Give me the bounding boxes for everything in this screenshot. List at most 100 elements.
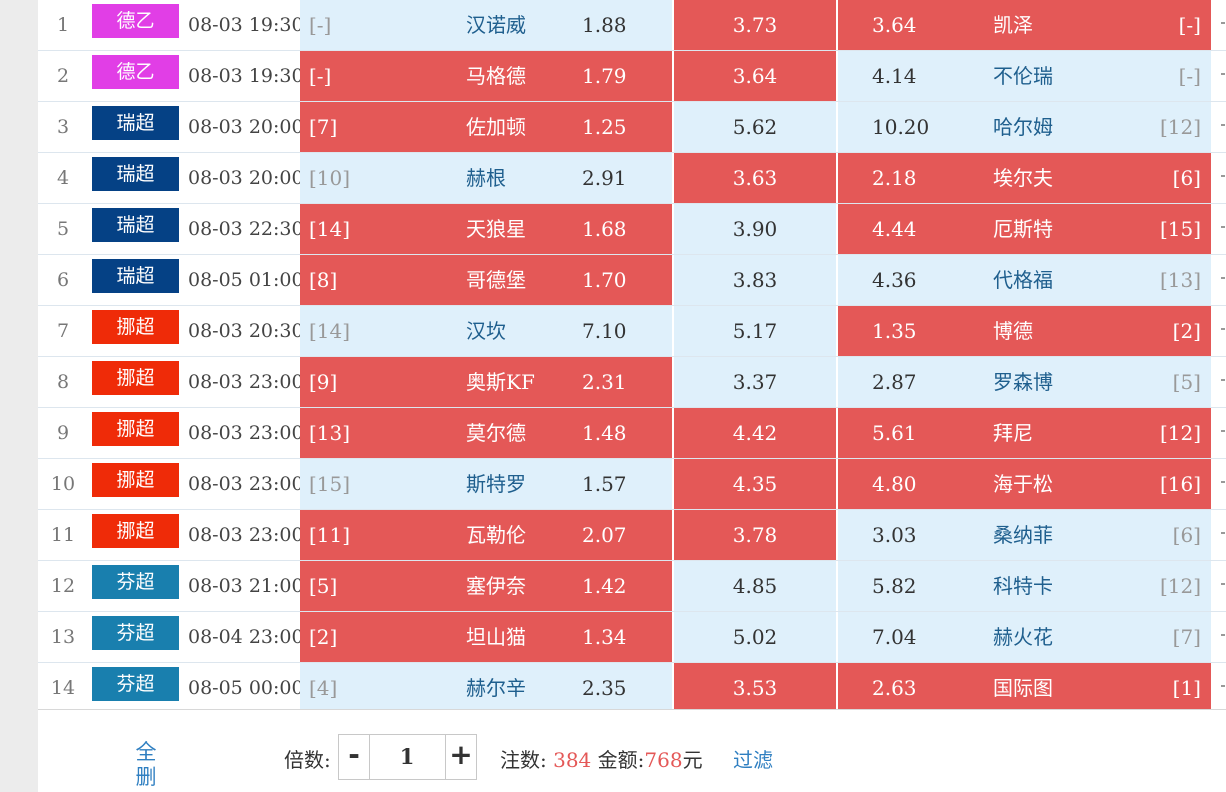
- home-odd: 7.10: [582, 319, 627, 343]
- home-rank: [15]: [309, 472, 351, 496]
- away-win-cell[interactable]: 4.80 海于松 [16]: [838, 459, 1211, 509]
- away-win-cell[interactable]: 4.36 代格福 [13]: [838, 255, 1211, 305]
- draw-cell[interactable]: 3.37: [674, 357, 837, 407]
- home-win-cell[interactable]: [4] 赫尔辛 2.35: [300, 663, 673, 713]
- away-win-cell[interactable]: 1.35 博德 [2]: [838, 306, 1211, 356]
- draw-odd: 4.42: [732, 421, 778, 445]
- away-rank: [6]: [1172, 166, 1201, 190]
- increment-button[interactable]: +: [445, 735, 476, 779]
- away-team: 科特卡: [993, 574, 1053, 598]
- home-win-cell[interactable]: [14] 天狼星 1.68: [300, 204, 673, 254]
- home-win-cell[interactable]: [15] 斯特罗 1.57: [300, 459, 673, 509]
- row-edge-mark: [1221, 73, 1225, 75]
- home-rank: [9]: [309, 370, 338, 394]
- league-badge[interactable]: 瑞超: [92, 157, 179, 191]
- home-win-cell[interactable]: [9] 奥斯KF 2.31: [300, 357, 673, 407]
- draw-cell[interactable]: 3.63: [674, 153, 837, 203]
- away-win-cell[interactable]: 5.82 科特卡 [12]: [838, 561, 1211, 611]
- draw-cell[interactable]: 4.85: [674, 561, 837, 611]
- league-badge[interactable]: 德乙: [92, 55, 179, 89]
- away-win-cell[interactable]: 4.44 厄斯特 [15]: [838, 204, 1211, 254]
- home-team: 莫尔德: [466, 421, 526, 445]
- league-badge[interactable]: 挪超: [92, 514, 179, 548]
- match-row: 13 芬超 08-04 23:00 [2] 坦山猫 1.34 5.02 7.04 赫火花 [7]: [38, 612, 1226, 663]
- away-odd: 4.80: [872, 472, 917, 496]
- home-team: 哥德堡: [466, 268, 526, 292]
- away-win-cell[interactable]: 2.63 国际图 [1]: [838, 663, 1211, 713]
- match-number: 12: [50, 575, 76, 597]
- filter-link[interactable]: 过滤: [733, 746, 773, 774]
- league-badge[interactable]: 德乙: [92, 4, 179, 38]
- league-badge[interactable]: 芬超: [92, 616, 179, 650]
- away-win-cell[interactable]: 4.14 不伦瑞 [-]: [838, 51, 1211, 101]
- match-number: 3: [56, 116, 70, 138]
- row-edge: [1211, 561, 1226, 611]
- league-badge[interactable]: 挪超: [92, 310, 179, 344]
- clear-all-button[interactable]: 全删: [134, 740, 158, 790]
- home-win-cell[interactable]: [14] 汉坎 7.10: [300, 306, 673, 356]
- league-badge[interactable]: 瑞超: [92, 208, 179, 242]
- match-number: 1: [56, 14, 70, 36]
- home-win-cell[interactable]: [11] 瓦勒伦 2.07: [300, 510, 673, 560]
- bet-count-label: 注数:: [500, 748, 547, 772]
- home-rank: [14]: [309, 217, 351, 241]
- match-time: 08-03 19:30: [188, 65, 304, 87]
- away-win-cell[interactable]: 10.20 哈尔姆 [12]: [838, 102, 1211, 152]
- away-odd: 2.63: [872, 676, 917, 700]
- draw-cell[interactable]: 5.02: [674, 612, 837, 662]
- draw-cell[interactable]: 4.42: [674, 408, 837, 458]
- away-odd: 3.03: [872, 523, 917, 547]
- home-rank: [2]: [309, 625, 338, 649]
- draw-odd: 4.35: [732, 472, 778, 496]
- away-win-cell[interactable]: 2.87 罗森博 [5]: [838, 357, 1211, 407]
- home-win-cell[interactable]: [5] 塞伊奈 1.42: [300, 561, 673, 611]
- draw-cell[interactable]: 3.90: [674, 204, 837, 254]
- match-time: 08-03 23:00: [188, 473, 304, 495]
- draw-cell[interactable]: 3.64: [674, 51, 837, 101]
- draw-cell[interactable]: 3.53: [674, 663, 837, 713]
- draw-cell[interactable]: 3.78: [674, 510, 837, 560]
- away-team: 国际图: [993, 676, 1053, 700]
- league-badge[interactable]: 挪超: [92, 361, 179, 395]
- away-win-cell[interactable]: 7.04 赫火花 [7]: [838, 612, 1211, 662]
- row-edge: [1211, 102, 1226, 152]
- draw-cell[interactable]: 3.73: [674, 0, 837, 50]
- home-win-cell[interactable]: [10] 赫根 2.91: [300, 153, 673, 203]
- row-edge-mark: [1221, 481, 1225, 483]
- away-team: 赫火花: [993, 625, 1053, 649]
- home-win-cell[interactable]: [2] 坦山猫 1.34: [300, 612, 673, 662]
- match-number: 11: [50, 524, 76, 546]
- home-odd: 1.68: [582, 217, 627, 241]
- decrement-button[interactable]: -: [339, 735, 370, 779]
- away-team: 埃尔夫: [993, 166, 1053, 190]
- draw-cell[interactable]: 4.35: [674, 459, 837, 509]
- home-win-cell[interactable]: [8] 哥德堡 1.70: [300, 255, 673, 305]
- away-rank: [-]: [1178, 64, 1201, 88]
- draw-odd: 3.90: [732, 217, 778, 241]
- league-badge[interactable]: 挪超: [92, 412, 179, 446]
- row-edge-mark: [1221, 328, 1225, 330]
- league-badge[interactable]: 瑞超: [92, 106, 179, 140]
- home-win-cell[interactable]: [13] 莫尔德 1.48: [300, 408, 673, 458]
- home-win-cell[interactable]: [7] 佐加顿 1.25: [300, 102, 673, 152]
- match-row: 7 挪超 08-03 20:30 [14] 汉坎 7.10 5.17 1.35 博德 [2]: [38, 306, 1226, 357]
- league-badge[interactable]: 瑞超: [92, 259, 179, 293]
- away-win-cell[interactable]: 2.18 埃尔夫 [6]: [838, 153, 1211, 203]
- away-win-cell[interactable]: 3.03 桑纳菲 [6]: [838, 510, 1211, 560]
- league-badge[interactable]: 芬超: [92, 565, 179, 599]
- league-badge[interactable]: 芬超: [92, 667, 179, 701]
- away-team: 罗森博: [993, 370, 1053, 394]
- match-number: 7: [56, 320, 70, 342]
- away-win-cell[interactable]: 5.61 拜尼 [12]: [838, 408, 1211, 458]
- match-time: 08-03 20:30: [188, 320, 304, 342]
- away-rank: [7]: [1172, 625, 1201, 649]
- away-win-cell[interactable]: 3.64 凯泽 [-]: [838, 0, 1211, 50]
- multiplier-stepper: - 1 +: [338, 734, 477, 780]
- multiplier-input[interactable]: 1: [370, 735, 444, 779]
- home-win-cell[interactable]: [-] 汉诺威 1.88: [300, 0, 673, 50]
- draw-cell[interactable]: 3.83: [674, 255, 837, 305]
- league-badge[interactable]: 挪超: [92, 463, 179, 497]
- draw-cell[interactable]: 5.62: [674, 102, 837, 152]
- draw-cell[interactable]: 5.17: [674, 306, 837, 356]
- home-win-cell[interactable]: [-] 马格德 1.79: [300, 51, 673, 101]
